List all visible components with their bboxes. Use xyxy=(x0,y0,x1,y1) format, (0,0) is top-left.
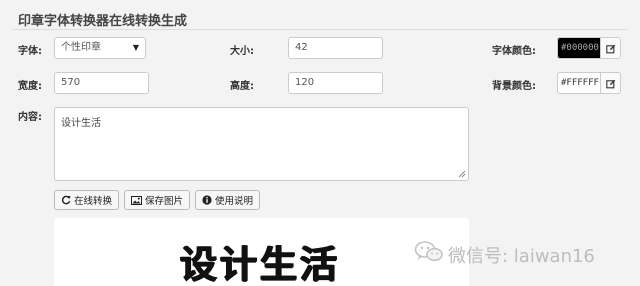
wechat-watermark: 微信号: laiwan16 xyxy=(414,240,595,269)
title-divider xyxy=(12,29,628,30)
font-select-value: 个性印章 xyxy=(61,42,101,53)
content-textarea-value: 设计生活 xyxy=(61,118,101,129)
convert-button-label: 在线转换 xyxy=(74,196,113,207)
bg-color-value: #FFFFFF xyxy=(561,78,599,88)
font-label: 字体: xyxy=(18,46,42,57)
bg-color-picker: #FFFFFF xyxy=(557,72,621,94)
info-icon xyxy=(202,195,212,205)
bg-color-label: 背景颜色: xyxy=(492,81,536,92)
page-title: 印章字体转换器在线转换生成 xyxy=(18,14,188,29)
size-input[interactable]: 42 xyxy=(288,37,383,59)
height-input[interactable]: 120 xyxy=(288,72,383,94)
save-image-button-label: 保存图片 xyxy=(145,196,184,207)
font-color-button[interactable] xyxy=(600,37,621,59)
content-textarea[interactable]: 设计生活 xyxy=(54,107,469,181)
font-select[interactable]: 个性印章 ▼ xyxy=(54,37,146,59)
bg-color-button[interactable] xyxy=(600,72,621,94)
size-label: 大小: xyxy=(230,46,254,57)
height-label: 高度: xyxy=(230,81,254,92)
font-color-input[interactable]: #000000 xyxy=(557,37,601,59)
wechat-icon xyxy=(414,240,444,269)
watermark-text: 微信号: laiwan16 xyxy=(448,245,595,267)
bg-color-input[interactable]: #FFFFFF xyxy=(557,72,601,94)
preview-text: 设计生活 xyxy=(180,242,340,286)
seal-preview: 设计生活 xyxy=(54,218,469,286)
font-color-picker: #000000 xyxy=(557,37,621,59)
convert-button[interactable]: 在线转换 xyxy=(54,190,120,210)
image-icon xyxy=(131,195,142,205)
refresh-icon xyxy=(61,195,71,205)
content-label: 内容: xyxy=(18,112,42,123)
chevron-down-icon: ▼ xyxy=(132,43,139,52)
edit-icon xyxy=(605,39,616,58)
resize-grip-icon[interactable] xyxy=(458,170,466,178)
help-button[interactable]: 使用说明 xyxy=(195,190,261,210)
save-image-button[interactable]: 保存图片 xyxy=(124,190,191,210)
width-label: 宽度: xyxy=(18,81,42,92)
edit-icon xyxy=(605,74,616,93)
font-color-label: 字体颜色: xyxy=(492,46,536,57)
height-input-value: 120 xyxy=(295,77,315,88)
font-color-value: #000000 xyxy=(561,43,599,53)
width-input-value: 570 xyxy=(61,77,81,88)
seal-font-converter-page: 印章字体转换器在线转换生成 字体: 个性印章 ▼ 大小: 42 字体颜色: #0… xyxy=(0,0,640,286)
size-input-value: 42 xyxy=(295,42,308,53)
help-button-label: 使用说明 xyxy=(215,196,254,207)
width-input[interactable]: 570 xyxy=(54,72,149,94)
